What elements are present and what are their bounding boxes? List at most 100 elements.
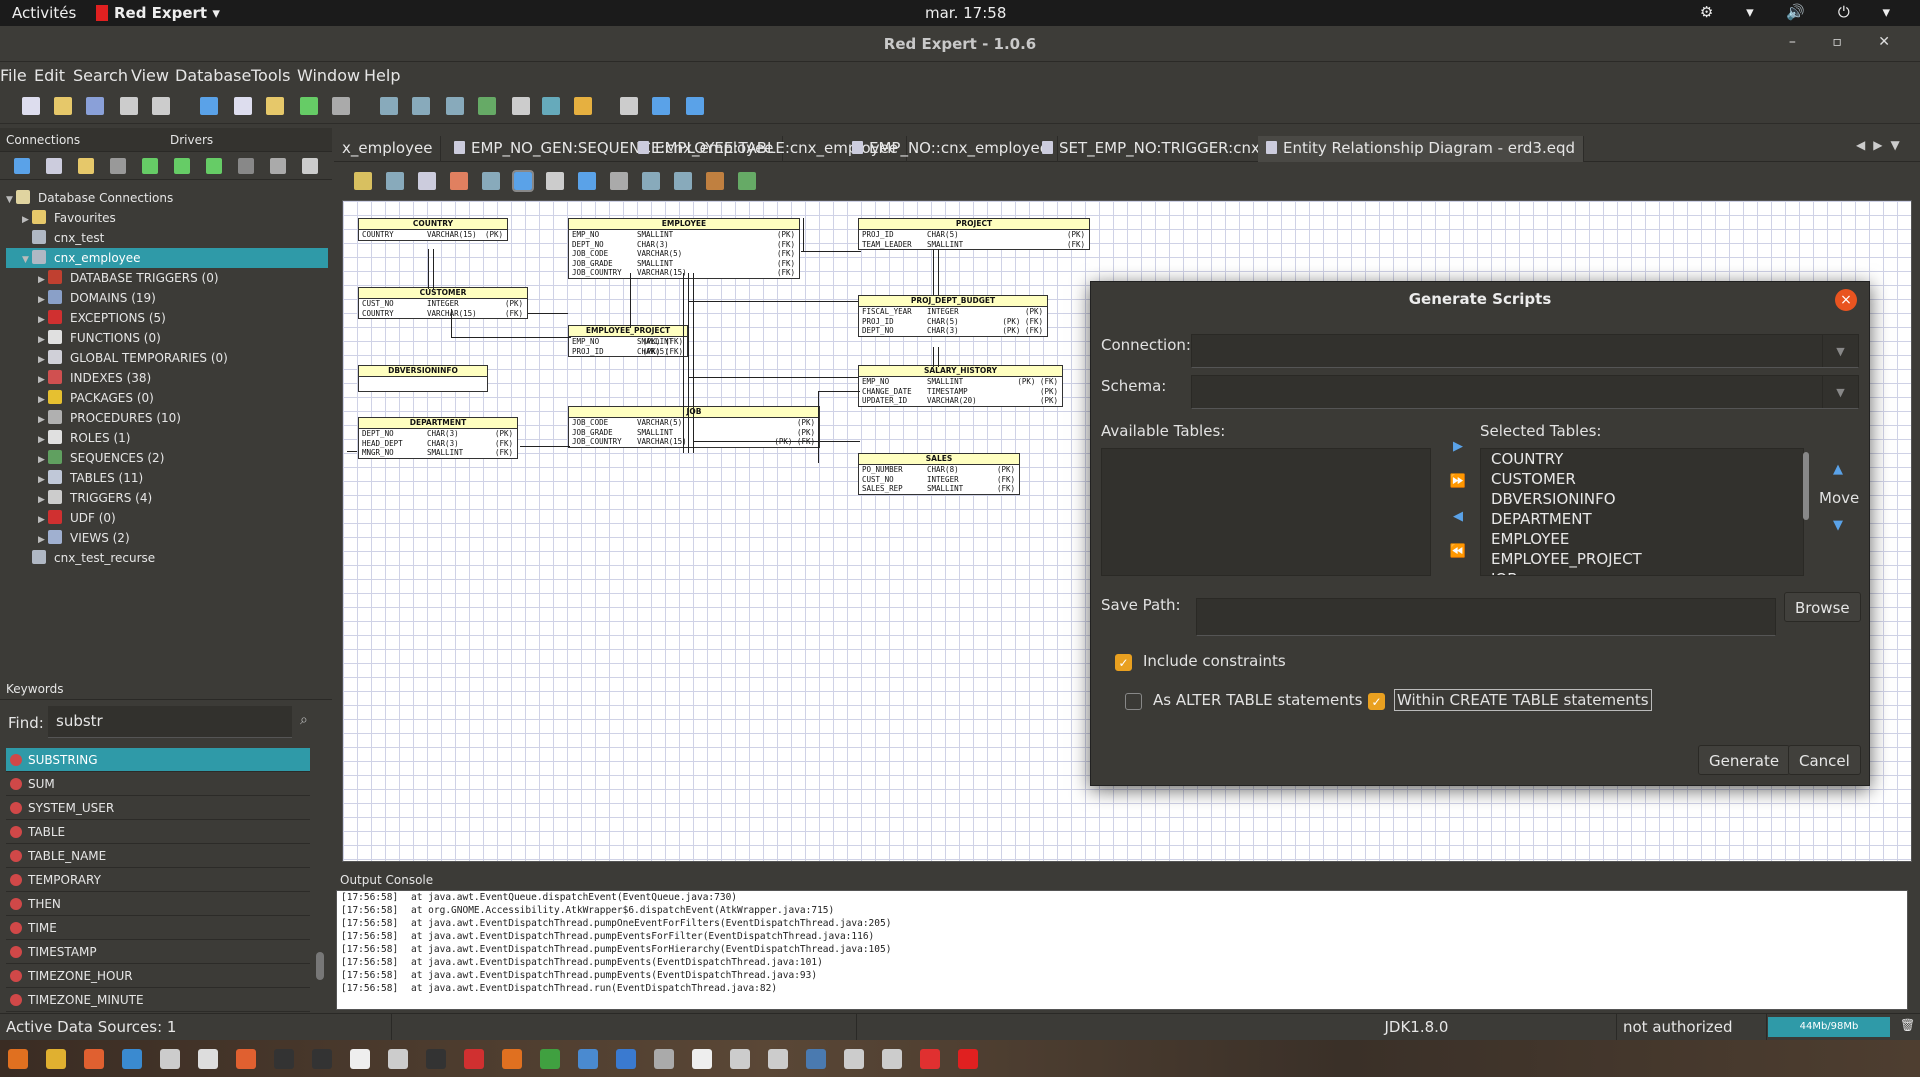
erd-entity[interactable]: DBVERSIONINFO <box>358 365 488 392</box>
toolbar-8-icon[interactable] <box>300 97 318 115</box>
conn-toolbar-6-icon[interactable] <box>206 158 222 174</box>
keyword-item[interactable]: TIME <box>6 916 310 940</box>
expand-arrow-icon[interactable]: ▶ <box>38 370 48 390</box>
keyword-list-scrollbar[interactable] <box>316 952 324 980</box>
memory-usage-bar[interactable]: 44Mb/98Mb <box>1768 1017 1890 1037</box>
move-all-right-button[interactable]: ⏩ <box>1448 472 1468 492</box>
keyword-item[interactable]: TIMEZONE_HOUR <box>6 964 310 988</box>
expand-arrow-icon[interactable]: ▶ <box>22 210 32 230</box>
selected-tables-scrollbar[interactable] <box>1803 452 1809 520</box>
erd-tool-9-icon[interactable] <box>642 172 660 190</box>
dock-app-6-icon[interactable] <box>236 1049 256 1069</box>
expand-arrow-icon[interactable]: ▶ <box>38 470 48 490</box>
toolbar-15-icon[interactable] <box>542 97 560 115</box>
activities-button[interactable]: Activités <box>12 4 76 22</box>
dock-app-10-icon[interactable] <box>388 1049 408 1069</box>
toolbar-16-icon[interactable] <box>574 97 592 115</box>
tab-connections[interactable]: Connections <box>6 133 80 147</box>
tree-node[interactable]: ▶ TABLES (11) <box>6 468 328 488</box>
menu-edit[interactable]: Edit <box>34 64 71 85</box>
tree-node[interactable]: ▶ DATABASE TRIGGERS (0) <box>6 268 328 288</box>
tree-node[interactable]: ▶ DOMAINS (19) <box>6 288 328 308</box>
selected-table-item[interactable]: EMPLOYEE <box>1481 529 1803 549</box>
erd-entity[interactable]: SALES PO_NUMBER CHAR(8) (PK) CUST_NO INTEGER (… <box>858 453 1020 495</box>
keyword-item[interactable]: TEMPORARY <box>6 868 310 892</box>
conn-toolbar-7-icon[interactable] <box>238 158 254 174</box>
dock-app-11-icon[interactable] <box>426 1049 446 1069</box>
erd-tool-8-icon[interactable] <box>610 172 628 190</box>
expand-arrow-icon[interactable]: ▶ <box>38 290 48 310</box>
system-tray[interactable]: ⚙ ▾ 🔊 ⏻ ▾ <box>1700 3 1904 21</box>
within-create-table-checkbox[interactable]: ✓ <box>1368 693 1385 710</box>
toolbar-14-icon[interactable] <box>512 97 530 115</box>
expand-arrow-icon[interactable]: ▶ <box>38 430 48 450</box>
keyword-item[interactable]: TABLE_NAME <box>6 844 310 868</box>
dock-app-24-icon[interactable] <box>920 1049 940 1069</box>
erd-tool-2-icon[interactable] <box>418 172 436 190</box>
expand-arrow-icon[interactable]: ▶ <box>38 410 48 430</box>
dock-app-0-icon[interactable] <box>8 1049 28 1069</box>
tab-scroll-arrows[interactable]: ◀▶▼ <box>1856 138 1908 152</box>
editor-tab[interactable]: EMP_NO::cnx_employee <box>844 136 1059 162</box>
expand-arrow-icon[interactable]: ▶ <box>38 530 48 550</box>
keyword-item[interactable]: SYSTEM_USER <box>6 796 310 820</box>
toolbar-19-icon[interactable] <box>686 97 704 115</box>
keyword-item[interactable]: TIMESTAMP <box>6 940 310 964</box>
toolbar-0-icon[interactable] <box>22 97 40 115</box>
as-alter-table-checkbox[interactable] <box>1125 693 1142 710</box>
dock-app-7-icon[interactable] <box>274 1049 294 1069</box>
erd-entity[interactable]: DEPARTMENT DEPT_NO CHAR(3) (PK) HEAD_DEPT CHA… <box>358 417 518 459</box>
conn-toolbar-9-icon[interactable] <box>302 158 318 174</box>
dock-app-9-icon[interactable] <box>350 1049 370 1069</box>
tab-drivers[interactable]: Drivers <box>170 133 213 147</box>
generate-button[interactable]: Generate <box>1698 745 1791 775</box>
conn-toolbar-1-icon[interactable] <box>46 158 62 174</box>
clock[interactable]: mar. 17:58 <box>925 4 1006 22</box>
expand-arrow-icon[interactable]: ▶ <box>38 450 48 470</box>
toolbar-18-icon[interactable] <box>652 97 670 115</box>
expand-arrow-icon[interactable]: ▶ <box>38 310 48 330</box>
tree-node[interactable]: ▼ Database Connections <box>6 188 328 208</box>
dock-app-4-icon[interactable] <box>160 1049 180 1069</box>
available-tables-list[interactable] <box>1101 448 1431 576</box>
menu-view[interactable]: View <box>131 64 175 85</box>
tree-node[interactable]: ▶ GLOBAL TEMPORARIES (0) <box>6 348 328 368</box>
toolbar-11-icon[interactable] <box>412 97 430 115</box>
editor-tab[interactable]: x_employee <box>334 136 442 162</box>
menu-tools[interactable]: Tools <box>251 64 296 85</box>
conn-toolbar-5-icon[interactable] <box>174 158 190 174</box>
keyword-item[interactable]: SUM <box>6 772 310 796</box>
browse-button[interactable]: Browse <box>1784 592 1861 622</box>
menu-file[interactable]: File <box>0 64 33 85</box>
menu-window[interactable]: Window <box>297 64 366 85</box>
tree-node[interactable]: ▶ PROCEDURES (10) <box>6 408 328 428</box>
selected-table-item[interactable]: CUSTOMER <box>1481 469 1803 489</box>
expand-arrow-icon[interactable]: ▶ <box>38 490 48 510</box>
erd-entity[interactable]: COUNTRY COUNTRY VARCHAR(15) (PK) <box>358 218 508 241</box>
erd-entity[interactable]: PROJECT PROJ_ID CHAR(5) (PK) TEAM_LEADER SMAL… <box>858 218 1090 251</box>
dock-app-12-icon[interactable] <box>464 1049 484 1069</box>
trash-icon[interactable]: 🗑 <box>1900 1018 1915 1032</box>
erd-tool-11-icon[interactable] <box>706 172 724 190</box>
erd-tool-4-icon[interactable] <box>482 172 500 190</box>
dock-app-25-icon[interactable] <box>958 1049 978 1069</box>
tree-node[interactable]: ▶ Favourites <box>6 208 328 228</box>
menu-database[interactable]: Database <box>175 64 257 85</box>
tree-node[interactable]: ▶ INDEXES (38) <box>6 368 328 388</box>
save-path-input[interactable] <box>1196 598 1776 636</box>
dock-app-16-icon[interactable] <box>616 1049 636 1069</box>
chevron-down-icon[interactable]: ▼ <box>1822 376 1858 408</box>
dock-app-23-icon[interactable] <box>882 1049 902 1069</box>
selected-table-item[interactable]: DEPARTMENT <box>1481 509 1803 529</box>
menu-search[interactable]: Search <box>73 64 134 85</box>
dock-app-13-icon[interactable] <box>502 1049 522 1069</box>
dock-app-20-icon[interactable] <box>768 1049 788 1069</box>
erd-tool-1-icon[interactable] <box>386 172 404 190</box>
dock-app-18-icon[interactable] <box>692 1049 712 1069</box>
dock-app-2-icon[interactable] <box>84 1049 104 1069</box>
expand-arrow-icon[interactable]: ▼ <box>22 250 32 270</box>
erd-entity[interactable]: EMPLOYEE EMP_NO SMALLINT (PK) DEPT_NO CHAR(3)… <box>568 218 800 279</box>
conn-toolbar-4-icon[interactable] <box>142 158 158 174</box>
move-up-button[interactable]: ▲ <box>1828 460 1848 480</box>
erd-tool-3-icon[interactable] <box>450 172 468 190</box>
